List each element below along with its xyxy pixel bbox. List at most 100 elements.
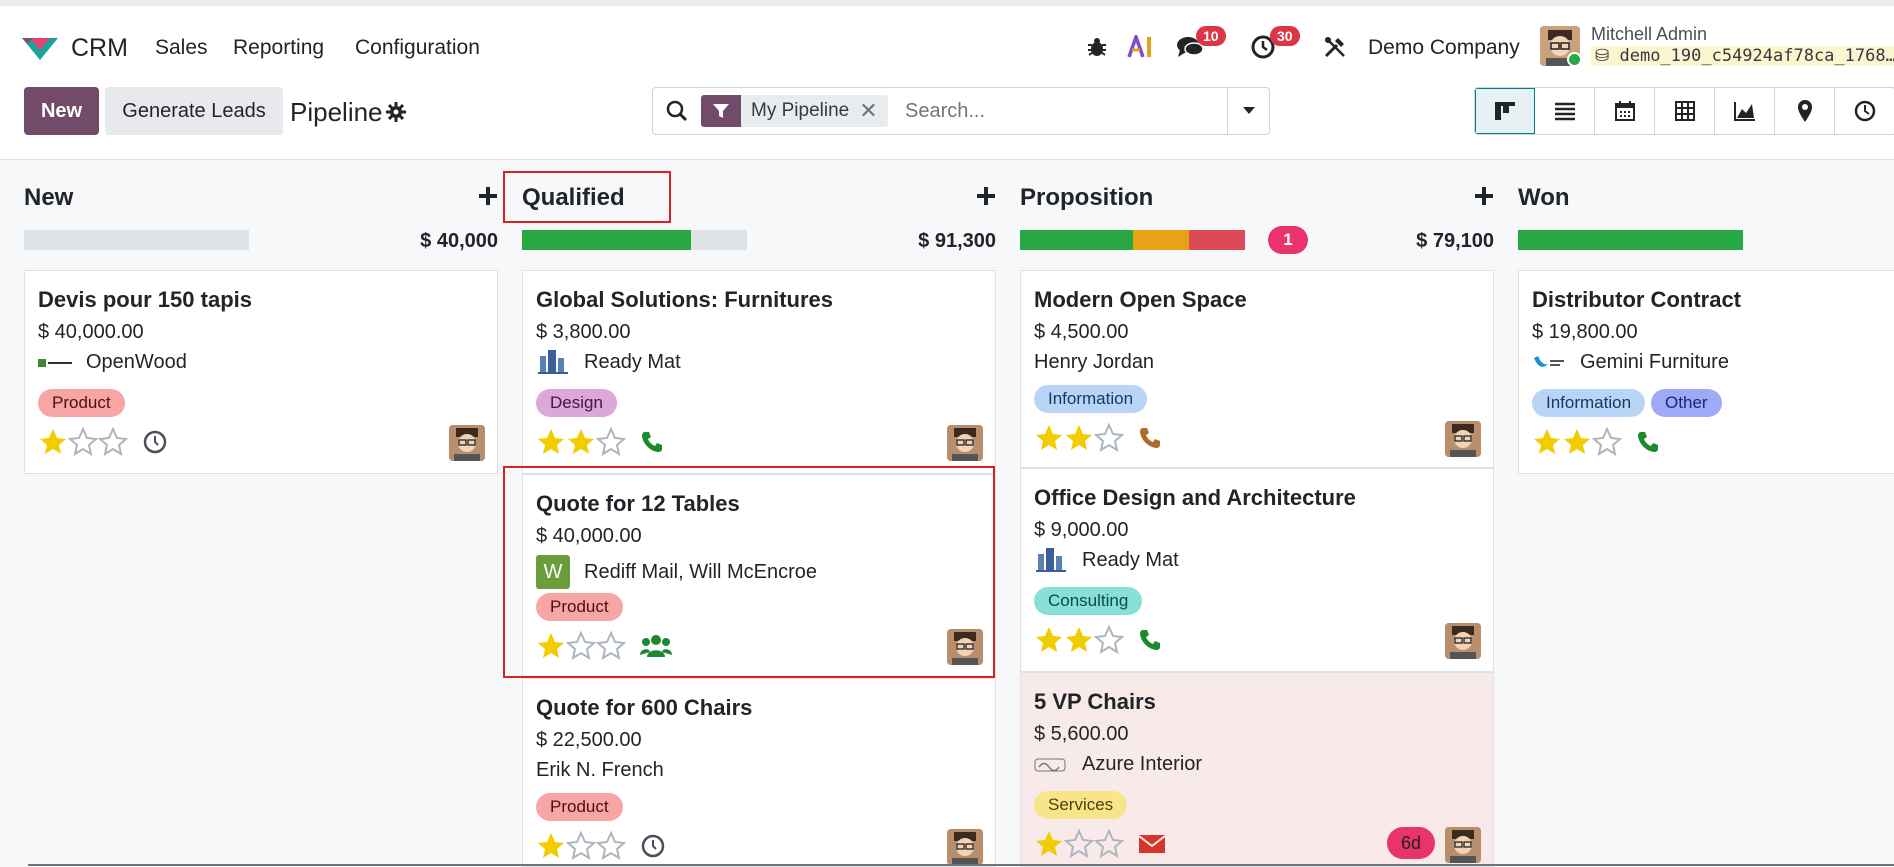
kanban-card[interactable]: Distributor Contract $ 19,800.00 Gemini … [1518,270,1894,474]
facet-remove-icon[interactable]: ✕ [859,98,887,124]
star-empty-icon[interactable] [596,427,626,457]
kanban-card[interactable]: Global Solutions: Furnitures $ 3,800.00 … [522,270,996,474]
activity-view-button[interactable] [1835,88,1894,134]
phone-icon[interactable] [1138,628,1162,652]
plus-icon[interactable] [1474,186,1494,206]
star-filled-icon[interactable] [1562,427,1592,457]
plus-icon[interactable] [478,186,498,206]
star-empty-icon[interactable] [1064,829,1094,859]
star-filled-icon[interactable] [1532,427,1562,457]
avatar[interactable] [449,425,485,461]
star-filled-icon[interactable] [536,831,566,861]
star-filled-icon[interactable] [566,427,596,457]
tools-icon[interactable] [1320,32,1350,62]
clock-icon[interactable] [640,833,666,859]
phone-icon[interactable] [640,430,664,454]
star-empty-icon[interactable] [1592,427,1622,457]
star-filled-icon[interactable] [1064,423,1094,453]
card-amount: $ 5,600.00 [1034,723,1129,745]
star-empty-icon[interactable] [596,831,626,861]
list-view-button[interactable] [1535,88,1595,134]
activities-count-badge: 30 [1270,26,1300,46]
gear-icon[interactable] [386,102,406,122]
avatar[interactable] [1445,421,1481,457]
progress-segment-green[interactable] [522,230,691,250]
column-title[interactable]: Proposition [1020,184,1153,212]
star-empty-icon[interactable] [1094,423,1124,453]
column-progress-bar[interactable] [1020,230,1245,250]
column-progress-bar[interactable] [1518,230,1743,250]
map-view-button[interactable] [1775,88,1835,134]
calendar-icon [1614,101,1635,121]
search-facet[interactable]: My Pipeline ✕ [701,95,888,127]
progress-segment-green[interactable] [1020,230,1133,250]
kanban-view-button[interactable] [1475,88,1535,134]
envelope-icon[interactable] [1138,833,1166,855]
ai-icon[interactable] [1126,32,1156,62]
avatar[interactable] [1445,623,1481,659]
overdue-badge: 6d [1387,827,1435,859]
progress-segment-red[interactable] [1188,230,1245,250]
kanban-card[interactable]: Modern Open Space $ 4,500.00 Henry Jorda… [1020,270,1494,468]
user-name[interactable]: Mitchell Admin [1591,24,1707,45]
kanban-card[interactable]: Office Design and Architecture $ 9,000.0… [1020,468,1494,672]
star-empty-icon[interactable] [1094,829,1124,859]
star-empty-icon[interactable] [98,427,128,457]
tag-badge: Product [536,793,623,821]
menu-reporting[interactable]: Reporting [233,36,324,60]
generate-leads-button[interactable]: Generate Leads [105,87,283,135]
company-switcher[interactable]: Demo Company [1368,36,1520,60]
star-filled-icon[interactable] [38,427,68,457]
calendar-view-button[interactable] [1595,88,1655,134]
search-icon[interactable] [665,99,689,123]
star-empty-icon[interactable] [68,427,98,457]
progress-segment-green[interactable] [1518,230,1743,250]
plus-icon[interactable] [976,186,996,206]
column-progress-bar[interactable] [24,230,249,250]
highlight-qualified-title [503,171,671,223]
search-options-toggle[interactable] [1227,88,1269,134]
column-total: $ 40,000 [420,230,498,252]
bug-icon[interactable] [1082,32,1112,62]
star-filled-icon[interactable] [536,427,566,457]
card-footer [1034,829,1166,859]
graph-view-button[interactable] [1715,88,1775,134]
kanban-card[interactable]: Quote for 600 Chairs $ 22,500.00 Erik N.… [522,678,996,867]
star-filled-icon[interactable] [1034,829,1064,859]
clock-icon[interactable] [142,429,168,455]
star-filled-icon[interactable] [1034,625,1064,655]
phone-icon[interactable] [1138,426,1162,450]
progress-segment-orange[interactable] [1132,230,1189,250]
avatar[interactable] [947,425,983,461]
search-input[interactable] [905,96,1205,126]
kanban-column-won-clip: Won $ Distributor Contract $ 19,800.00 G… [1518,160,1894,867]
star-empty-icon[interactable] [1094,625,1124,655]
menu-sales[interactable]: Sales [155,36,208,60]
partner-name: Azure Interior [1082,753,1203,775]
partner-logo [1034,547,1068,572]
app-name[interactable]: CRM [71,34,128,63]
pivot-view-button[interactable] [1655,88,1715,134]
column-title[interactable]: New [24,184,73,212]
tag-badge: Design [536,389,617,417]
card-tags: Services [1034,791,1128,819]
kanban-card[interactable]: 5 VP Chairs $ 5,600.00 Azure Interior Se… [1020,672,1494,867]
star-filled-icon[interactable] [1034,423,1064,453]
column-progress-bar[interactable] [522,230,747,250]
new-button[interactable]: New [24,87,99,135]
avatar[interactable] [947,829,983,865]
column-total: $ 79,100 [1416,230,1494,252]
avatar[interactable] [1445,827,1481,863]
star-filled-icon[interactable] [1064,625,1094,655]
card-partner: OpenWood [38,351,187,374]
column-title[interactable]: Won [1518,184,1570,212]
star-empty-icon[interactable] [566,831,596,861]
phone-icon[interactable] [1636,430,1660,454]
crm-logo-icon[interactable] [20,34,60,62]
menu-configuration[interactable]: Configuration [355,36,480,60]
clock-icon [1854,100,1876,122]
card-partner: Gemini Furniture [1532,351,1729,374]
kanban-icon [1495,102,1515,120]
column-count-badge[interactable]: 1 [1268,226,1308,254]
kanban-card[interactable]: Devis pour 150 tapis $ 40,000.00 OpenWoo… [24,270,498,474]
